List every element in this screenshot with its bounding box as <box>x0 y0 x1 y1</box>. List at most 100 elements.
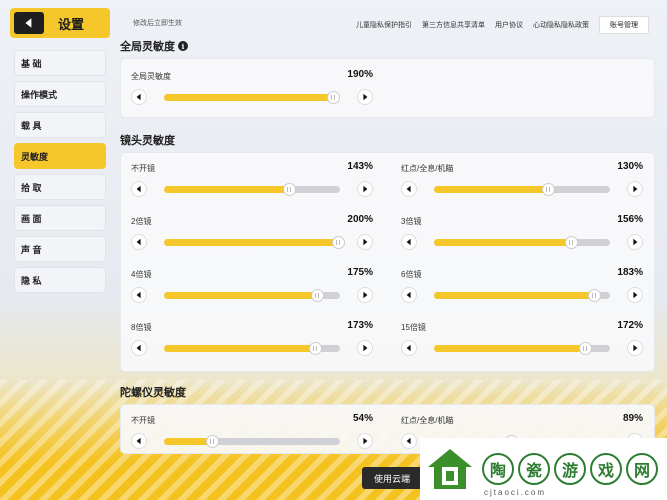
section-title-gyro: 陀螺仪灵敏度 <box>120 384 655 400</box>
slider-control: 红点/全息/机瞄 130% <box>401 161 643 209</box>
sidebar-item[interactable]: 灵敏度 <box>14 143 106 169</box>
sidebar-menu: 基 础操作模式载 具灵敏度拾 取画 面声 音隐 私 <box>14 50 110 293</box>
section-title-scope-text: 镜头灵敏度 <box>120 135 175 147</box>
increase-button[interactable] <box>357 89 373 105</box>
watermark-char: 戏 <box>590 453 622 485</box>
decrease-button[interactable] <box>131 181 147 197</box>
slider-control: 不开镜 54% <box>131 413 373 461</box>
sidebar-item[interactable]: 载 具 <box>14 112 106 138</box>
slider-handle[interactable] <box>282 183 296 196</box>
slider-track[interactable] <box>164 183 340 196</box>
increase-button[interactable] <box>627 181 643 197</box>
slider-handle[interactable] <box>565 236 579 249</box>
watermark-logo-icon <box>424 445 476 493</box>
link-child-privacy[interactable]: 儿童隐私保护指引 <box>356 20 412 30</box>
slider-track[interactable] <box>434 183 610 196</box>
slider-value: 130% <box>617 161 643 172</box>
triangle-left-icon <box>25 18 32 28</box>
slider-label: 15倍镜 <box>401 323 426 332</box>
triangle-left-icon <box>136 238 141 246</box>
section-title-global-text: 全局灵敏度 <box>120 41 175 53</box>
slider-fill <box>164 94 333 101</box>
slider-handle[interactable] <box>332 236 346 249</box>
watermark: 陶瓷游戏网 cjtaoci.com <box>420 438 667 500</box>
decrease-button[interactable] <box>401 287 417 303</box>
decrease-button[interactable] <box>131 340 147 356</box>
slider-fill <box>164 438 212 445</box>
watermark-char: 网 <box>626 453 658 485</box>
sidebar-item[interactable]: 操作模式 <box>14 81 106 107</box>
triangle-left-icon <box>136 185 141 193</box>
sidebar-item[interactable]: 声 音 <box>14 236 106 262</box>
slider-label: 全局灵敏度 <box>131 72 171 81</box>
decrease-button[interactable] <box>131 287 147 303</box>
triangle-left-icon <box>136 291 141 299</box>
slider-track[interactable] <box>164 289 340 302</box>
info-icon[interactable]: i <box>178 41 188 51</box>
slider-control: 3倍镜 156% <box>401 214 643 262</box>
triangle-right-icon <box>363 93 368 101</box>
sidebar-item[interactable]: 基 础 <box>14 50 106 76</box>
sidebar-item[interactable]: 画 面 <box>14 205 106 231</box>
slider-track[interactable] <box>164 342 340 355</box>
slider-control: 不开镜 143% <box>131 161 373 209</box>
decrease-button[interactable] <box>401 340 417 356</box>
watermark-char: 游 <box>554 453 586 485</box>
link-privacy-policy[interactable]: 心动隐私隐私政策 <box>533 20 589 30</box>
slider-handle[interactable] <box>309 342 323 355</box>
slider-handle[interactable] <box>205 435 219 448</box>
triangle-right-icon <box>363 291 368 299</box>
increase-button[interactable] <box>357 181 373 197</box>
link-user-agreement[interactable]: 用户协议 <box>495 20 523 30</box>
slider-fill <box>434 345 586 352</box>
slider-label: 红点/全息/机瞄 <box>401 164 454 173</box>
decrease-button[interactable] <box>131 234 147 250</box>
section-title-gyro-text: 陀螺仪灵敏度 <box>120 387 186 399</box>
slider-track[interactable] <box>434 289 610 302</box>
slider-track[interactable] <box>434 342 610 355</box>
sidebar-item[interactable]: 拾 取 <box>14 174 106 200</box>
decrease-button[interactable] <box>131 433 147 449</box>
account-management-button[interactable]: 账号管理 <box>599 16 649 34</box>
decrease-button[interactable] <box>401 181 417 197</box>
increase-button[interactable] <box>627 340 643 356</box>
triangle-right-icon <box>633 344 638 352</box>
increase-button[interactable] <box>357 340 373 356</box>
decrease-button[interactable] <box>401 433 417 449</box>
slider-value: 89% <box>622 413 643 424</box>
triangle-right-icon <box>363 344 368 352</box>
slider-handle[interactable] <box>588 289 602 302</box>
triangle-right-icon <box>363 238 368 246</box>
slider-fill <box>434 239 572 246</box>
settings-content: 全局灵敏度 i 全局灵敏度 190% 镜头灵敏度 不开镜 143% 红点/全息/机瞄 1… <box>120 38 655 454</box>
slider-control: 全局灵敏度 190% <box>131 69 373 117</box>
increase-button[interactable] <box>357 287 373 303</box>
increase-button[interactable] <box>357 234 373 250</box>
increase-button[interactable] <box>627 234 643 250</box>
back-button[interactable] <box>14 12 44 34</box>
slider-track[interactable] <box>164 236 346 249</box>
watermark-url: cjtaoci.com <box>484 488 547 497</box>
slider-value: 175% <box>347 267 373 278</box>
slider-track[interactable] <box>164 91 340 104</box>
section-title-global: 全局灵敏度 i <box>120 38 655 54</box>
slider-value: 54% <box>352 413 373 424</box>
slider-track[interactable] <box>164 435 340 448</box>
slider-handle[interactable] <box>326 91 340 104</box>
decrease-button[interactable] <box>131 89 147 105</box>
slider-control: 15倍镜 172% <box>401 320 643 368</box>
decrease-button[interactable] <box>401 234 417 250</box>
slider-handle[interactable] <box>579 342 593 355</box>
slider-fill <box>434 186 549 193</box>
slider-handle[interactable] <box>311 289 325 302</box>
slider-label: 不开镜 <box>131 164 155 173</box>
slider-track[interactable] <box>434 236 610 249</box>
triangle-right-icon <box>633 238 638 246</box>
slider-fill <box>434 292 595 299</box>
triangle-left-icon <box>406 238 411 246</box>
increase-button[interactable] <box>357 433 373 449</box>
slider-handle[interactable] <box>542 183 556 196</box>
increase-button[interactable] <box>627 287 643 303</box>
link-third-party-list[interactable]: 第三方信息共享清单 <box>422 20 485 30</box>
sidebar-item[interactable]: 隐 私 <box>14 267 106 293</box>
